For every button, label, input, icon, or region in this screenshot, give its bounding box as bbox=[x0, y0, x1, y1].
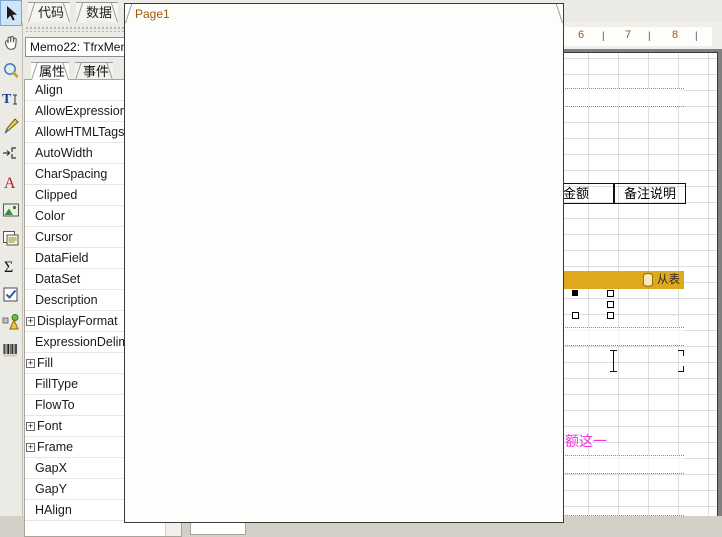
tab-data-label: 数据 bbox=[86, 5, 113, 20]
property-name: AutoWidth bbox=[25, 143, 128, 163]
property-name: + Font bbox=[25, 416, 128, 436]
tool-palette: T A Σ bbox=[0, 0, 23, 516]
property-name-text: AllowHTMLTags bbox=[35, 125, 125, 139]
selection-handle-bc[interactable] bbox=[572, 312, 579, 319]
property-name-text: CharSpacing bbox=[35, 167, 108, 181]
memo-date[interactable]: 日期：[主表."dDa bbox=[554, 167, 686, 182]
property-name: FillType bbox=[25, 374, 128, 394]
property-name: + Fill bbox=[25, 353, 128, 373]
property-name-text: Frame bbox=[37, 440, 74, 454]
tab-data[interactable]: 数据 bbox=[76, 2, 119, 22]
property-name: Clipped bbox=[25, 185, 128, 205]
svg-text:T: T bbox=[2, 92, 12, 107]
property-name: + Frame bbox=[25, 437, 128, 457]
hruler-7: 7 bbox=[625, 29, 632, 41]
expand-plus-icon[interactable]: + bbox=[26, 317, 35, 327]
property-name-text: GapY bbox=[35, 482, 67, 496]
tab-page1[interactable]: Page1 bbox=[124, 3, 564, 523]
property-name: DataField bbox=[25, 248, 128, 268]
svg-text:A: A bbox=[4, 175, 16, 192]
property-name: Align bbox=[25, 80, 128, 100]
property-name-text: Description bbox=[35, 293, 98, 307]
property-name-text: FlowTo bbox=[35, 398, 75, 412]
property-name: GapX bbox=[25, 458, 128, 478]
svg-text:Σ: Σ bbox=[4, 259, 13, 276]
property-name: + DisplayFormat bbox=[25, 311, 128, 331]
cell-spnote[interactable]: [从表. SP NOTE"] bbox=[615, 290, 685, 316]
property-name: CharSpacing bbox=[25, 164, 128, 184]
rich-text-icon[interactable]: A bbox=[0, 170, 22, 196]
page-tabstrip: 代码 数据 Page1 bbox=[0, 0, 722, 523]
format-painter-icon[interactable] bbox=[0, 114, 22, 140]
tab-properties-label: 属性 bbox=[39, 64, 66, 79]
property-name-text: Cursor bbox=[35, 230, 73, 244]
selection-handle-tr[interactable] bbox=[607, 290, 614, 297]
expand-plus-icon[interactable]: + bbox=[26, 359, 35, 369]
expand-plus-icon[interactable]: + bbox=[26, 422, 35, 432]
property-name: AllowHTMLTags bbox=[25, 122, 128, 142]
property-name-text: AllowExpressions bbox=[35, 104, 128, 118]
property-name-text: DisplayFormat bbox=[37, 314, 118, 328]
text-tool-icon[interactable]: T bbox=[0, 86, 22, 112]
selection-handle-mr[interactable] bbox=[607, 301, 614, 308]
tab-code-label: 代码 bbox=[38, 5, 65, 20]
property-name: Description bbox=[25, 290, 128, 310]
band-insert-icon[interactable] bbox=[0, 142, 22, 168]
select-arrow-icon[interactable] bbox=[0, 0, 22, 26]
column-header-beizhu[interactable]: 备注说明 bbox=[614, 183, 686, 204]
selection-handle-tc[interactable] bbox=[572, 290, 578, 296]
cell-divider bbox=[610, 350, 617, 372]
dataset-icon bbox=[642, 272, 653, 287]
property-name-text: DataField bbox=[35, 251, 89, 265]
property-name: Cursor bbox=[25, 227, 128, 247]
tab-events-label: 事件 bbox=[83, 64, 110, 79]
selection-handle-br[interactable] bbox=[607, 312, 614, 319]
property-name: AllowExpressions bbox=[25, 101, 128, 121]
hruler-6: 6 bbox=[578, 29, 585, 41]
property-name-text: HAlign bbox=[35, 503, 72, 517]
property-name-text: Align bbox=[35, 83, 63, 97]
property-name: GapY bbox=[25, 479, 128, 499]
hruler-8: 8 bbox=[672, 29, 679, 41]
property-name-text: Clipped bbox=[35, 188, 78, 202]
sum-sigma-icon[interactable]: Σ bbox=[0, 254, 22, 280]
property-name-text: ExpressionDelimi bbox=[35, 335, 128, 349]
checkbox-tool-icon[interactable] bbox=[0, 282, 22, 308]
property-name-text: GapX bbox=[35, 461, 67, 475]
column-header-jine-text: 金额 bbox=[562, 186, 589, 201]
subreport-icon[interactable] bbox=[0, 226, 22, 252]
hand-pan-icon[interactable] bbox=[0, 30, 22, 56]
band-master-dataset-label: 从表 bbox=[657, 274, 680, 286]
tab-properties[interactable]: 属性 bbox=[31, 62, 70, 80]
column-header-beizhu-text: 备注说明 bbox=[623, 186, 676, 201]
tab-events[interactable]: 事件 bbox=[75, 62, 114, 80]
frreport-designer-window: 代码 数据 Page1 T A Σ Memo22: TfrxMemoVi 属性 … bbox=[0, 0, 722, 537]
property-name-text: DataSet bbox=[35, 272, 81, 286]
property-name-text: Font bbox=[37, 419, 63, 433]
tab-page1-label: Page1 bbox=[135, 7, 170, 21]
property-name-text: FillType bbox=[35, 377, 79, 391]
tab-code[interactable]: 代码 bbox=[28, 2, 71, 22]
barcode-icon[interactable] bbox=[0, 338, 22, 364]
property-name: ExpressionDelimi bbox=[25, 332, 128, 352]
property-name-text: AutoWidth bbox=[35, 146, 93, 160]
expand-plus-icon[interactable]: + bbox=[26, 443, 35, 453]
property-name-text: Color bbox=[35, 209, 65, 223]
picture-icon[interactable] bbox=[0, 198, 22, 224]
zoom-magnifier-icon[interactable] bbox=[0, 58, 22, 84]
property-name-text: Fill bbox=[37, 356, 53, 370]
property-name: FlowTo bbox=[25, 395, 128, 415]
property-name: HAlign bbox=[25, 500, 128, 520]
property-name: DataSet bbox=[25, 269, 128, 289]
chart-tool-icon[interactable] bbox=[0, 310, 22, 336]
property-name: Color bbox=[25, 206, 128, 226]
